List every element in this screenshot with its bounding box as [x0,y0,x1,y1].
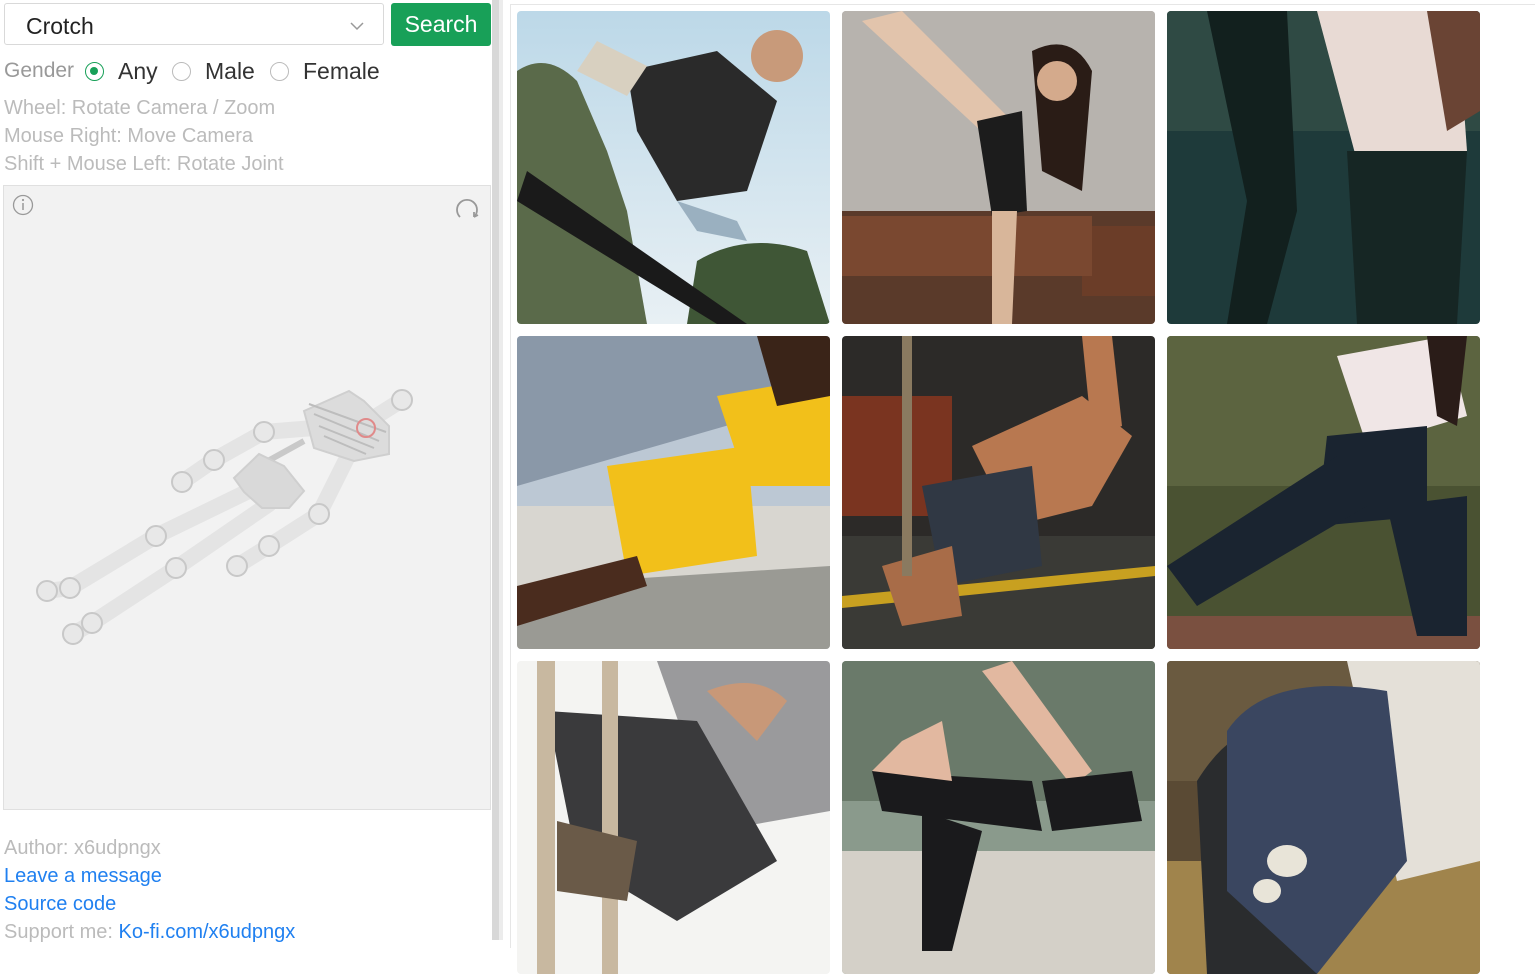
gender-radio-male[interactable]: Male [172,57,255,85]
radio-checked-icon [85,61,104,81]
result-image-2[interactable] [842,11,1155,324]
reset-view-icon[interactable] [454,196,480,222]
gender-label: Gender [4,59,75,82]
radio-unchecked-icon [172,61,191,81]
joint-select[interactable]: Crotch [4,3,384,45]
gender-radio-any[interactable]: Any [85,57,158,85]
support-line: Support me: Ko-fi.com/x6udpngx [4,921,295,944]
woman-lunge-forest-photo [1167,336,1480,649]
skateboarder-holding-board-photo [1167,661,1480,974]
joint-select-value: Crotch [26,13,94,39]
result-image-6[interactable] [1167,336,1480,649]
woman-side-plank-photo [517,336,830,649]
gender-option-label: Any [118,57,158,84]
gender-option-label: Female [303,57,380,84]
source-code-link[interactable]: Source code [4,893,116,916]
info-icon[interactable] [12,194,34,216]
result-image-9[interactable] [1167,661,1480,974]
result-image-7[interactable] [517,661,830,974]
result-image-1[interactable] [517,11,830,324]
author-text: Author: x6udpngx [4,837,161,859]
kofi-link[interactable]: Ko-fi.com/x6udpngx [119,921,296,943]
radio-unchecked-icon [270,61,289,81]
hint-shift-mouse-left: Shift + Mouse Left: Rotate Joint [4,153,284,175]
woman-yoga-beach-photo [842,661,1155,974]
result-image-8[interactable] [842,661,1155,974]
pose-3d-viewport[interactable] [3,185,491,810]
gender-option-label: Male [205,57,255,84]
skateboarder-photo [517,11,830,324]
pose-skeleton[interactable] [4,186,490,809]
support-label: Support me: [4,921,113,943]
result-image-5[interactable] [842,336,1155,649]
result-image-3[interactable] [1167,11,1480,324]
man-side-plank-gym-photo [842,336,1155,649]
pose-editor-panel: Crotch Search Gender Any Male Female Whe… [0,0,492,948]
hint-wheel: Wheel: Rotate Camera / Zoom [4,97,276,119]
woman-kick-photo [842,11,1155,324]
chevron-down-icon [350,22,364,31]
result-image-4[interactable] [517,336,830,649]
man-on-bars-photo [517,661,830,974]
hint-mouse-right: Mouse Right: Move Camera [4,125,253,147]
results-gallery [510,4,1535,974]
woman-high-kick-photo [1167,11,1480,324]
gender-radio-female[interactable]: Female [270,57,380,85]
search-button[interactable]: Search [391,3,491,46]
panel-splitter-handle[interactable] [499,0,503,940]
leave-message-link[interactable]: Leave a message [4,865,162,888]
